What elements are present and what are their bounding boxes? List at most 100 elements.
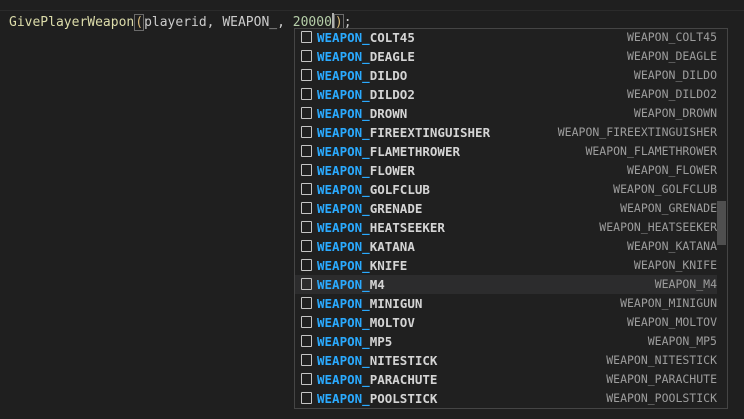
suggestion-label-rest: KATANA xyxy=(369,239,415,254)
suggestion-detail: WEAPON_NITESTICK xyxy=(606,353,717,367)
suggestion-label: WEAPON_NITESTICK xyxy=(317,351,437,370)
suggestion-label: WEAPON_M4 xyxy=(317,275,385,294)
scrollbar-thumb[interactable] xyxy=(717,201,726,245)
suggestion-item[interactable]: WEAPON_FLOWER WEAPON_FLOWER xyxy=(295,161,717,180)
suggestion-label-rest: NITESTICK xyxy=(369,353,438,368)
suggestion-detail: WEAPON_KATANA xyxy=(626,239,717,253)
suggestion-label-rest: MINIGUN xyxy=(369,296,423,311)
suggestion-label-rest: MP5 xyxy=(369,334,393,349)
suggestion-match-prefix: WEAPON_ xyxy=(317,239,370,254)
suggestion-detail: WEAPON_FLAMETHROWER xyxy=(585,144,717,158)
suggestion-item[interactable]: WEAPON_FIREEXTINGUISHER WEAPON_FIREEXTING… xyxy=(295,123,717,142)
suggestion-item[interactable]: WEAPON_NITESTICK WEAPON_NITESTICK xyxy=(295,351,717,370)
suggestion-item[interactable]: WEAPON_HEATSEEKER WEAPON_HEATSEEKER xyxy=(295,218,717,237)
constant-icon xyxy=(301,335,312,347)
suggestion-label: WEAPON_DEAGLE xyxy=(317,47,415,66)
suggestion-match-prefix: WEAPON_ xyxy=(317,353,370,368)
suggestion-match-prefix: WEAPON_ xyxy=(317,87,370,102)
suggestion-match-prefix: WEAPON_ xyxy=(317,182,370,197)
suggestion-match-prefix: WEAPON_ xyxy=(317,258,370,273)
suggestion-label-rest: MOLTOV xyxy=(369,315,415,330)
suggestion-label-rest: POOLSTICK xyxy=(369,391,438,406)
suggestion-match-prefix: WEAPON_ xyxy=(317,68,370,83)
constant-icon xyxy=(301,183,312,195)
suggestion-detail: WEAPON_COLT45 xyxy=(626,30,717,44)
suggestion-label: WEAPON_GOLFCLUB xyxy=(317,180,430,199)
suggestion-match-prefix: WEAPON_ xyxy=(317,334,370,349)
suggestion-label-rest: DROWN xyxy=(369,106,408,121)
suggestion-match-prefix: WEAPON_ xyxy=(317,125,370,140)
suggestion-label-rest: GOLFCLUB xyxy=(369,182,430,197)
suggestion-label-rest: PARACHUTE xyxy=(369,372,438,387)
suggestion-item[interactable]: WEAPON_MINIGUN WEAPON_MINIGUN xyxy=(295,294,717,313)
suggestion-item[interactable]: WEAPON_M4 WEAPON_M4 xyxy=(295,275,717,294)
suggestion-item[interactable]: WEAPON_GRENADE WEAPON_GRENADE xyxy=(295,199,717,218)
constant-icon xyxy=(301,145,312,157)
suggestion-label: WEAPON_MINIGUN xyxy=(317,294,422,313)
suggestion-label-rest: DILDO xyxy=(369,68,408,83)
suggestion-item[interactable]: WEAPON_DILDO2 WEAPON_DILDO2 xyxy=(295,85,717,104)
suggestion-detail: WEAPON_PARACHUTE xyxy=(606,372,717,386)
suggestion-label: WEAPON_FIREEXTINGUISHER xyxy=(317,123,490,142)
suggestion-item[interactable]: WEAPON_POOLSTICK WEAPON_POOLSTICK xyxy=(295,389,717,408)
suggestion-item[interactable]: WEAPON_PARACHUTE WEAPON_PARACHUTE xyxy=(295,370,717,389)
suggestion-match-prefix: WEAPON_ xyxy=(317,277,370,292)
suggestion-label-rest: FIREEXTINGUISHER xyxy=(369,125,491,140)
constant-icon xyxy=(301,392,312,404)
constant-icon xyxy=(301,221,312,233)
suggestion-label-rest: DILDO2 xyxy=(369,87,415,102)
suggestion-detail: WEAPON_MINIGUN xyxy=(620,296,717,310)
constant-icon xyxy=(301,278,312,290)
suggestion-match-prefix: WEAPON_ xyxy=(317,220,370,235)
suggestion-match-prefix: WEAPON_ xyxy=(317,315,370,330)
suggestion-match-prefix: WEAPON_ xyxy=(317,30,370,45)
constant-icon xyxy=(301,50,312,62)
suggestion-item[interactable]: WEAPON_COLT45 WEAPON_COLT45 xyxy=(295,29,717,47)
suggestion-detail: WEAPON_POOLSTICK xyxy=(606,391,717,405)
suggestion-match-prefix: WEAPON_ xyxy=(317,201,370,216)
suggestion-match-prefix: WEAPON_ xyxy=(317,49,370,64)
suggestion-item[interactable]: WEAPON_GOLFCLUB WEAPON_GOLFCLUB xyxy=(295,180,717,199)
suggestion-detail: WEAPON_GRENADE xyxy=(620,201,717,215)
suggestion-match-prefix: WEAPON_ xyxy=(317,163,370,178)
suggestion-item[interactable]: WEAPON_FLAMETHROWER WEAPON_FLAMETHROWER xyxy=(295,142,717,161)
constant-icon xyxy=(301,316,312,328)
suggestion-match-prefix: WEAPON_ xyxy=(317,391,370,406)
suggestion-label-rest: DEAGLE xyxy=(369,49,415,64)
constant-icon xyxy=(301,202,312,214)
suggestion-item[interactable]: WEAPON_MOLTOV WEAPON_MOLTOV xyxy=(295,313,717,332)
suggestion-widget[interactable]: WEAPON_COLT45 WEAPON_COLT45 WEAPON_DEAGLE W… xyxy=(294,28,728,409)
constant-icon xyxy=(301,164,312,176)
suggestion-detail: WEAPON_HEATSEEKER xyxy=(599,220,717,234)
suggestion-item[interactable]: WEAPON_KATANA WEAPON_KATANA xyxy=(295,237,717,256)
suggestion-label: WEAPON_DROWN xyxy=(317,104,407,123)
suggestion-detail: WEAPON_DROWN xyxy=(633,106,717,120)
suggestion-item[interactable]: WEAPON_KNIFE WEAPON_KNIFE xyxy=(295,256,717,275)
suggestion-scrollbar[interactable] xyxy=(717,29,727,408)
constant-icon xyxy=(301,354,312,366)
suggestion-label: WEAPON_FLAMETHROWER xyxy=(317,142,460,161)
suggestion-label: WEAPON_GRENADE xyxy=(317,199,422,218)
suggestion-item[interactable]: WEAPON_MP5 WEAPON_MP5 xyxy=(295,332,717,351)
suggestion-detail: WEAPON_DEAGLE xyxy=(626,49,717,63)
constant-icon xyxy=(301,107,312,119)
suggestion-label: WEAPON_MP5 xyxy=(317,332,392,351)
suggestion-detail: WEAPON_MP5 xyxy=(647,334,717,348)
suggestion-label: WEAPON_PARACHUTE xyxy=(317,370,437,389)
constant-icon xyxy=(301,240,312,252)
suggestion-detail: WEAPON_M4 xyxy=(654,277,717,291)
function-args: playerid, WEAPON_, xyxy=(144,15,293,30)
suggestion-item[interactable]: WEAPON_DEAGLE WEAPON_DEAGLE xyxy=(295,47,717,66)
suggestion-item[interactable]: WEAPON_DROWN WEAPON_DROWN xyxy=(295,104,717,123)
constant-icon xyxy=(301,297,312,309)
suggestion-label: WEAPON_POOLSTICK xyxy=(317,389,437,408)
suggestion-item[interactable]: WEAPON_DILDO WEAPON_DILDO xyxy=(295,66,717,85)
suggestion-label: WEAPON_MOLTOV xyxy=(317,313,415,332)
constant-icon xyxy=(301,373,312,385)
suggestion-detail: WEAPON_FIREEXTINGUISHER xyxy=(557,125,717,139)
suggestion-label-rest: COLT45 xyxy=(369,30,415,45)
suggestion-detail: WEAPON_GOLFCLUB xyxy=(613,182,717,196)
suggestion-label-rest: HEATSEEKER xyxy=(369,220,445,235)
constant-icon xyxy=(301,259,312,271)
constant-icon xyxy=(301,88,312,100)
